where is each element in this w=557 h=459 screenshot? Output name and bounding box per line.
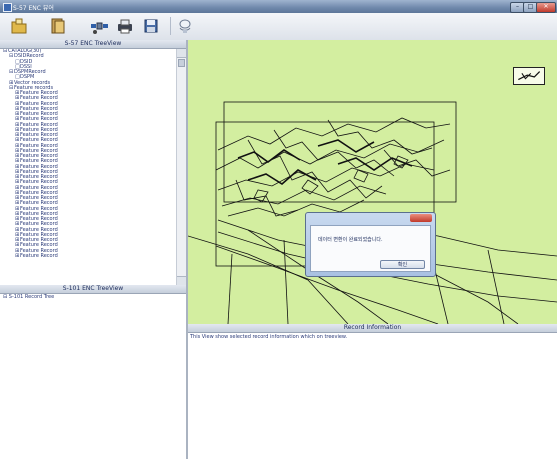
window-titlebar[interactable]: S-57 ENC 뷰어 – □ ✕ xyxy=(0,0,557,13)
conversion-complete-dialog: 데이터 변환이 완료되었습니다. 확인 xyxy=(305,212,436,277)
save-disk-icon[interactable] xyxy=(142,17,160,35)
chart-map-view[interactable]: 데이터 변환이 완료되었습니다. 확인 xyxy=(188,40,557,326)
north-arrow-icon xyxy=(518,71,541,81)
app-icon xyxy=(3,3,12,12)
close-button[interactable]: ✕ xyxy=(536,2,556,13)
open-folder-icon[interactable] xyxy=(10,17,28,35)
layer-tool-icon[interactable] xyxy=(176,17,194,35)
open-file-icon[interactable] xyxy=(49,17,67,35)
tree-item-label: Feature Record xyxy=(20,252,58,259)
scroll-up-arrow[interactable] xyxy=(177,49,186,58)
satellite-icon[interactable] xyxy=(90,17,108,35)
window-title: S-57 ENC 뷰어 xyxy=(13,5,54,12)
enc-treeview[interactable]: ⊟CATALOG(30) ⊟DSIDRecord □DSID □DSSI ⊟DSPMRe… xyxy=(0,49,176,285)
record-information-text: This View show selected record informati… xyxy=(190,334,348,340)
north-arrow-badge xyxy=(513,67,545,85)
dialog-message: 데이터 변환이 완료되었습니다. xyxy=(318,237,383,243)
dialog-body: 데이터 변환이 완료되었습니다. 확인 xyxy=(310,225,431,272)
scroll-thumb[interactable] xyxy=(178,59,185,67)
record-information-panel: Record Information This View show select… xyxy=(188,324,557,459)
dialog-ok-button[interactable]: 확인 xyxy=(380,260,425,269)
toolbar-separator xyxy=(170,17,171,35)
left-panel: S-57 ENC TreeView ⊟CATALOG(30) ⊟DSIDRecor… xyxy=(0,40,188,459)
enc-chart-drawing xyxy=(188,101,557,324)
record-treeview-header: S-101 ENC TreeView xyxy=(0,285,186,294)
tree-item[interactable]: ⊞Feature Record xyxy=(0,252,176,259)
treeview-scrollbar[interactable] xyxy=(176,49,186,285)
scroll-down-arrow[interactable] xyxy=(177,276,186,285)
dialog-close-button[interactable] xyxy=(410,214,432,222)
toolbar xyxy=(0,13,557,41)
printer-icon[interactable] xyxy=(116,17,134,35)
enc-treeview-header: S-57 ENC TreeView xyxy=(0,40,186,49)
record-tree-root[interactable]: ⊟ S-101 Record Tree xyxy=(3,295,54,300)
record-information-header: Record Information xyxy=(188,324,557,333)
